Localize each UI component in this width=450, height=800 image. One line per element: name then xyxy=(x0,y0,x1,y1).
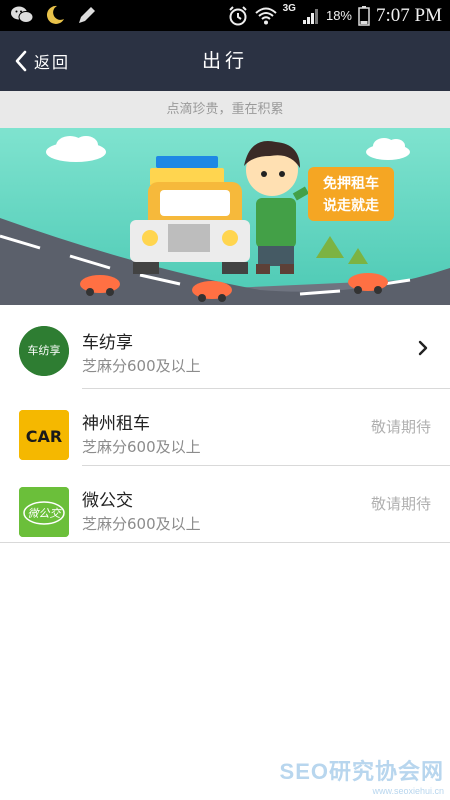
back-button[interactable]: 返回 xyxy=(14,31,70,91)
slogan-bar: 点滴珍贵，重在积累 xyxy=(0,91,450,128)
title-bar: 出行 返回 xyxy=(0,31,450,91)
provider-requirement: 芝麻分600及以上 xyxy=(82,357,201,375)
signal-icon xyxy=(302,8,318,24)
provider-requirement: 芝麻分600及以上 xyxy=(82,438,201,456)
alarm-icon xyxy=(228,5,247,25)
provider-logo: 车纺享 xyxy=(19,326,69,376)
watermark: SEO研究协会网 www.seoxiehui.cn xyxy=(280,754,444,796)
logo-text: 车纺享 xyxy=(28,343,61,357)
network-type-label: 3G xyxy=(282,3,296,14)
provider-name: 微公交 xyxy=(82,491,133,511)
promo-line2: 说走就走 xyxy=(323,197,380,214)
battery-icon xyxy=(358,5,370,26)
watermark-main: SEO研究协会网 xyxy=(279,759,444,784)
battery-percent: 18% xyxy=(325,8,352,23)
provider-name: 车纺享 xyxy=(82,333,133,353)
chevron-right-icon xyxy=(418,340,428,356)
promo-line1: 免押租车 xyxy=(323,175,379,192)
wechat-icon xyxy=(11,6,34,23)
clock: 7:07 PM xyxy=(376,4,442,26)
wifi-icon xyxy=(254,7,277,24)
list-item[interactable]: CAR 神州租车 芝麻分600及以上 敬请期待 xyxy=(0,389,450,466)
logo-text: 微公交 xyxy=(28,507,63,520)
provider-name: 神州租车 xyxy=(82,414,150,434)
provider-list: 车纺享 车纺享 芝麻分600及以上 CAR 神州租车 芝麻分600及以上 敬请期… xyxy=(0,305,450,543)
watermark-sub: www.seoxiehui.cn xyxy=(372,786,444,796)
banner-illustration: 免押租车 说走就走 xyxy=(0,128,450,305)
divider xyxy=(0,542,450,543)
list-item[interactable]: 微公交 微公交 芝麻分600及以上 敬请期待 xyxy=(0,466,450,543)
chevron-left-icon xyxy=(15,50,27,72)
back-label: 返回 xyxy=(34,53,71,72)
provider-status: 敬请期待 xyxy=(370,495,431,513)
provider-status: 敬请期待 xyxy=(370,418,431,436)
list-item[interactable]: 车纺享 车纺享 芝麻分600及以上 xyxy=(0,305,450,389)
pen-icon xyxy=(79,7,95,23)
provider-logo: CAR xyxy=(19,410,69,460)
provider-logo: 微公交 xyxy=(19,487,69,537)
promo-banner[interactable]: 免押租车 说走就走 xyxy=(0,128,450,305)
moon-icon xyxy=(46,5,64,24)
status-bar: 3G 18% 7:07 PM xyxy=(0,0,450,31)
logo-text: CAR xyxy=(26,427,62,446)
provider-requirement: 芝麻分600及以上 xyxy=(82,515,201,533)
